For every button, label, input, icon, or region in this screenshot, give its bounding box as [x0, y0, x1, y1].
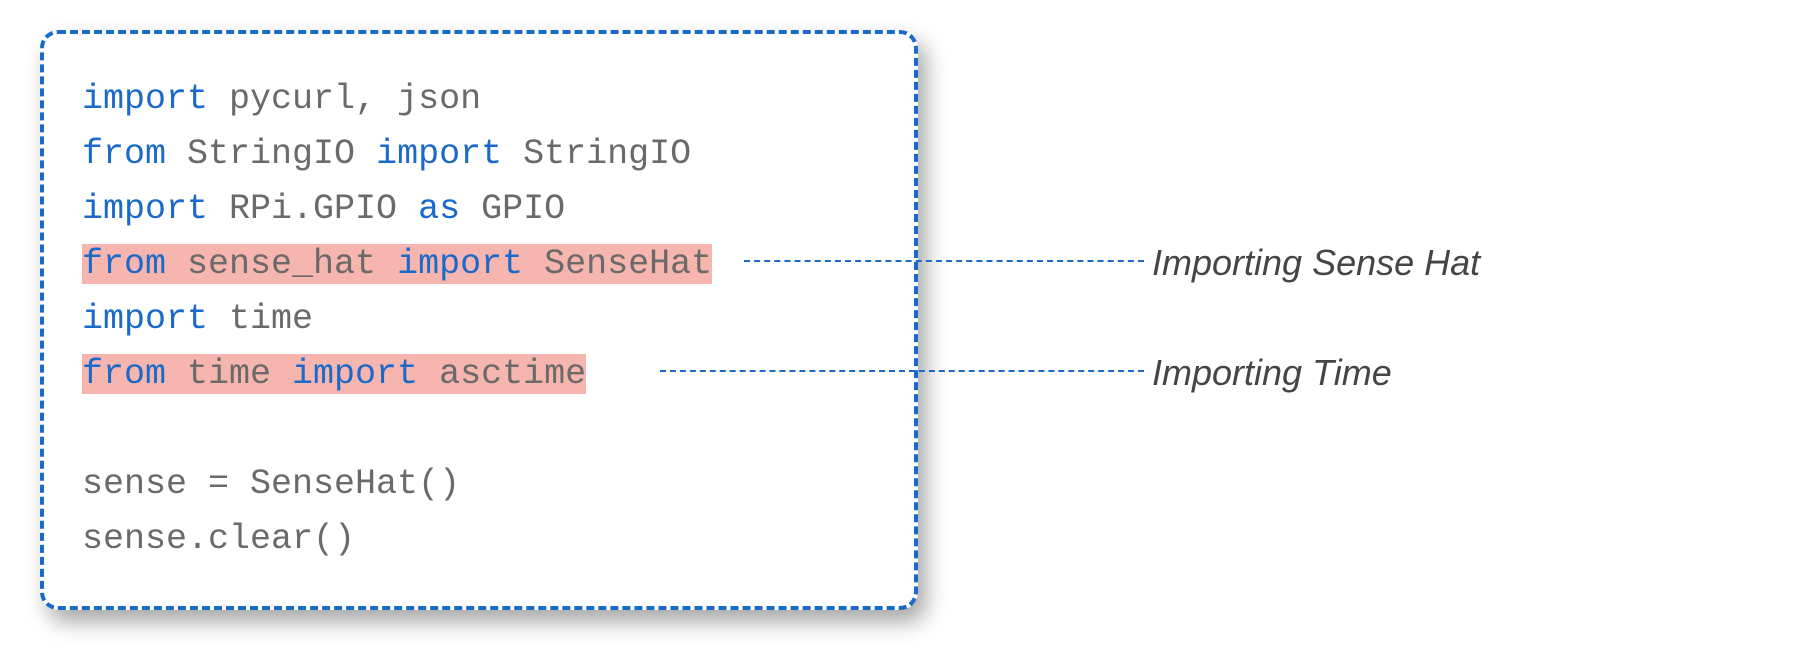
highlight-time: from time import asctime: [82, 354, 586, 394]
code-text: GPIO: [460, 189, 565, 229]
code-text: time: [208, 299, 313, 339]
code-line-5: import time: [82, 292, 914, 347]
code-text: pycurl, json: [208, 79, 481, 119]
keyword: import: [82, 189, 208, 229]
code-line-blank: [82, 402, 914, 457]
keyword: import: [397, 244, 523, 284]
code-text: asctime: [418, 354, 586, 394]
code-text: time: [166, 354, 292, 394]
code-line-4: from sense_hat import SenseHat: [82, 237, 914, 292]
keyword: import: [376, 134, 502, 174]
code-text: StringIO: [502, 134, 691, 174]
code-line-8: sense = SenseHat(): [82, 457, 914, 512]
code-line-3: import RPi.GPIO as GPIO: [82, 182, 914, 237]
keyword: from: [82, 244, 166, 284]
annotation-time: Importing Time: [1144, 348, 1400, 398]
connector-line-sensehat: [744, 260, 1144, 262]
keyword: from: [82, 134, 166, 174]
code-line-1: import pycurl, json: [82, 72, 914, 127]
code-text: sense_hat: [166, 244, 397, 284]
code-line-6: from time import asctime: [82, 347, 914, 402]
code-line-2: from StringIO import StringIO: [82, 127, 914, 182]
keyword: from: [82, 354, 166, 394]
keyword: import: [82, 79, 208, 119]
annotation-sensehat: Importing Sense Hat: [1144, 238, 1488, 288]
code-text: StringIO: [166, 134, 376, 174]
keyword: as: [418, 189, 460, 229]
code-block: import pycurl, json from StringIO import…: [40, 30, 918, 610]
code-text: SenseHat: [523, 244, 712, 284]
keyword: import: [292, 354, 418, 394]
connector-line-time: [660, 370, 1144, 372]
highlight-sensehat: from sense_hat import SenseHat: [82, 244, 712, 284]
code-text: RPi.GPIO: [208, 189, 418, 229]
code-line-9: sense.clear(): [82, 512, 914, 567]
keyword: import: [82, 299, 208, 339]
